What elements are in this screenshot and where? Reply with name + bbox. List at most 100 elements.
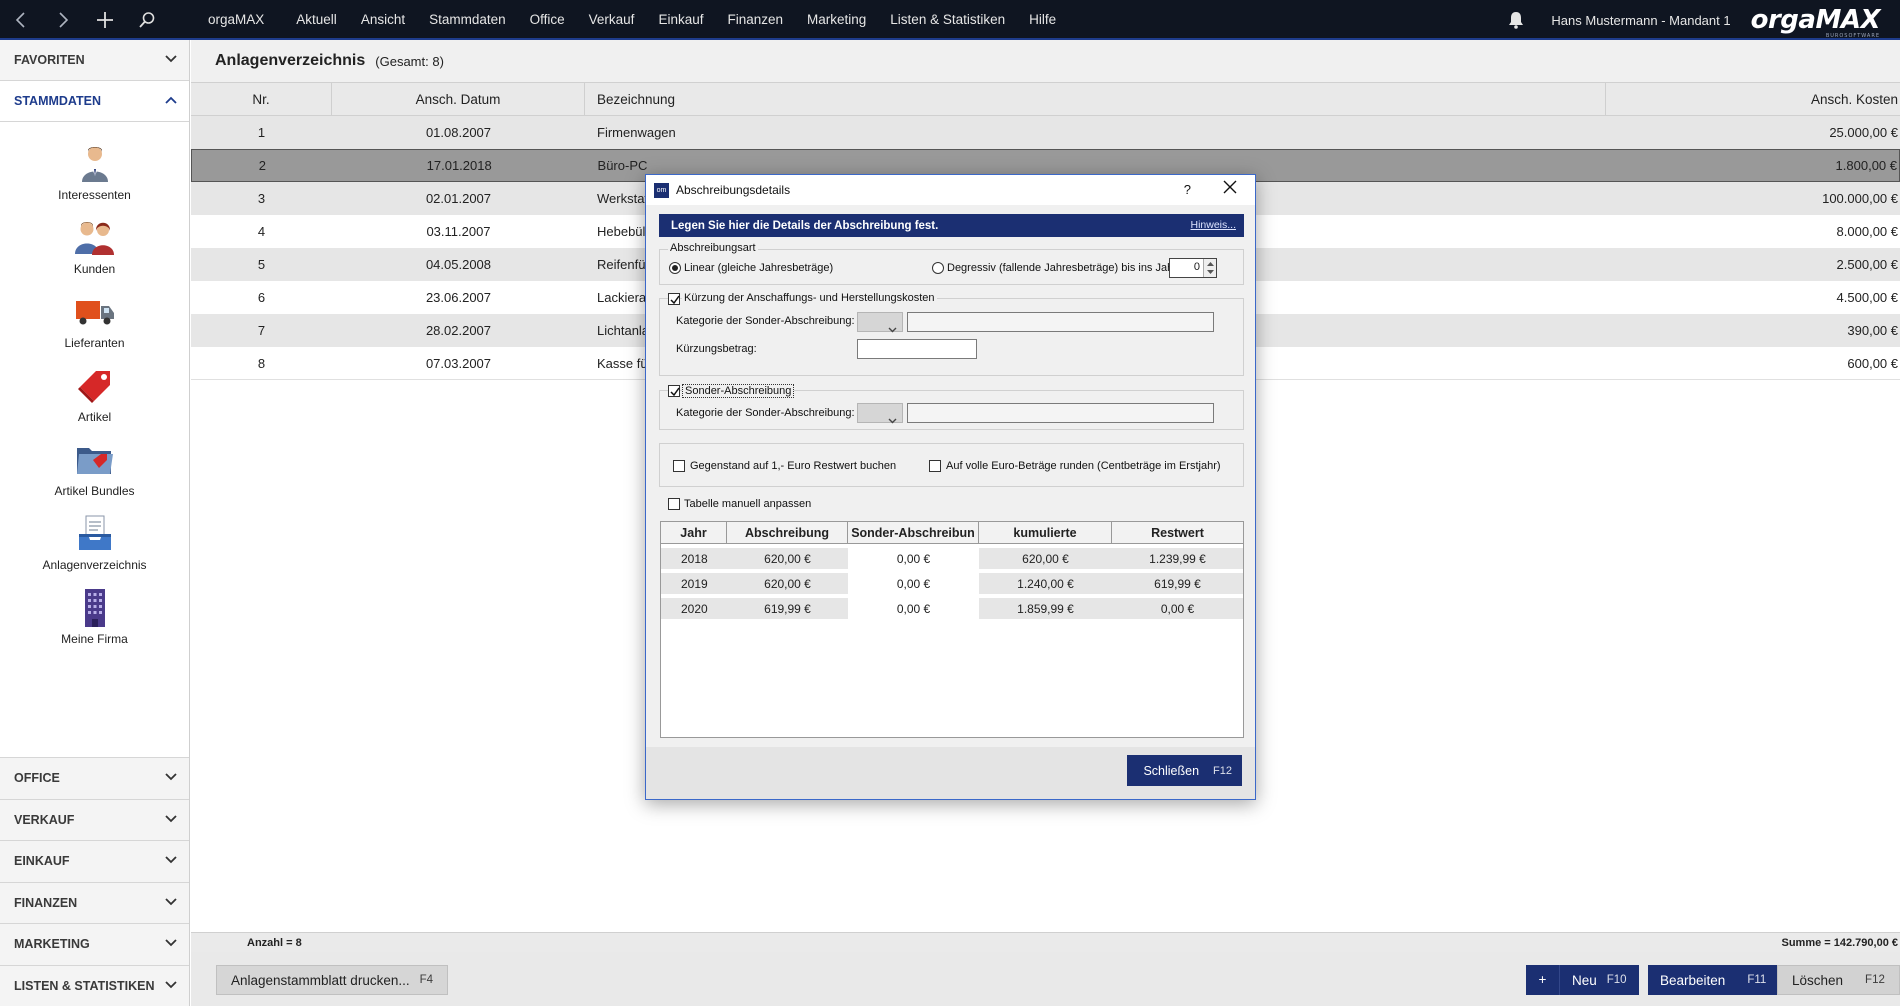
sidebar-item-lieferanten[interactable]: Lieferanten: [0, 290, 189, 364]
menu-marketing[interactable]: Marketing: [795, 0, 878, 40]
bell-icon[interactable]: [1501, 0, 1531, 40]
column-header-kumulierte[interactable]: kumulierte: [979, 522, 1112, 543]
cell-datum: 02.01.2007: [425, 191, 492, 206]
search-icon[interactable]: [126, 0, 168, 40]
edit-button-key: F11: [1747, 974, 1767, 986]
kategorie-combo-1[interactable]: [857, 312, 903, 333]
menu-finanzen[interactable]: Finanzen: [715, 0, 795, 40]
cell-jahr: 2018: [681, 551, 708, 566]
column-header-bezeichnung[interactable]: Bezeichnung: [585, 83, 1606, 115]
degressiv-year-spinner[interactable]: 0: [1169, 258, 1217, 278]
sidebar-section-verkauf[interactable]: VERKAUF: [0, 798, 189, 840]
sidebar-item-anlagenverzeichnis[interactable]: Anlagenverzeichnis: [0, 512, 189, 586]
sidebar-section-stammdaten[interactable]: STAMMDATEN: [0, 81, 189, 122]
chevron-down-icon: [165, 55, 177, 65]
edit-button[interactable]: Bearbeiten F11: [1648, 965, 1779, 995]
kuerzungsbetrag-label: Kürzungsbetrag:: [676, 343, 757, 355]
sidebar-item-interessenten[interactable]: Interessenten: [0, 142, 189, 216]
depreciation-table-header: Jahr Abschreibung Sonder-Abschreibun kum…: [661, 522, 1243, 544]
sidebar-item-label: Interessenten: [58, 188, 131, 202]
sidebar-section-marketing[interactable]: MARKETING: [0, 923, 189, 965]
close-button[interactable]: Schließen F12: [1127, 755, 1242, 786]
delete-button-label: Löschen: [1792, 972, 1844, 988]
checkbox-runden[interactable]: [929, 460, 941, 472]
cell-sonder[interactable]: 0,00 €: [848, 548, 979, 569]
sidebar-section-favoriten[interactable]: FAVORITEN: [0, 40, 189, 81]
help-icon[interactable]: ?: [1184, 182, 1191, 197]
sidebar-section-einkauf[interactable]: EINKAUF: [0, 840, 189, 882]
close-icon[interactable]: [1223, 180, 1239, 198]
table-row[interactable]: 2018 620,00 € 0,00 € 620,00 € 1.239,99 €: [661, 548, 1243, 569]
table-row[interactable]: 2020 619,99 € 0,00 € 1.859,99 € 0,00 €: [661, 598, 1243, 619]
sidebar-section-label: VERKAUF: [14, 812, 75, 827]
cell-sonder[interactable]: 0,00 €: [848, 598, 979, 619]
sidebar: FAVORITEN STAMMDATEN Interessenten Kunde…: [0, 40, 190, 1006]
kategorie-text-2[interactable]: [907, 403, 1214, 423]
sidebar-item-kunden[interactable]: Kunden: [0, 216, 189, 290]
new-button[interactable]: + Neu F10: [1526, 965, 1639, 995]
column-header-kosten[interactable]: Ansch. Kosten: [1606, 83, 1900, 115]
cell-kosten: 25.000,00 €: [1829, 125, 1898, 140]
column-header-nr[interactable]: Nr.: [191, 83, 332, 115]
kategorie-combo-2[interactable]: [857, 403, 903, 424]
sidebar-item-label: Anlagenverzeichnis: [42, 558, 147, 572]
sidebar-item-artikel[interactable]: Artikel: [0, 364, 189, 438]
column-header-sonder[interactable]: Sonder-Abschreibun: [848, 522, 979, 543]
sidebar-section-finanzen[interactable]: FINANZEN: [0, 881, 189, 923]
logo-text: orgaMAX: [1750, 5, 1881, 35]
menu-office[interactable]: Office: [518, 0, 577, 40]
cell-datum: 07.03.2007: [425, 355, 492, 371]
back-icon[interactable]: [0, 0, 42, 40]
add-icon[interactable]: [84, 0, 126, 40]
menu-aktuell[interactable]: Aktuell: [284, 0, 349, 40]
radio-degressiv[interactable]: [932, 262, 944, 274]
kategorie-label-2: Kategorie der Sonder-Abschreibung:: [676, 407, 855, 419]
checkbox-manuell[interactable]: [668, 498, 680, 510]
table-row[interactable]: 1 01.08.2007 Firmenwagen 25.000,00 €: [191, 116, 1900, 149]
cell-sonder[interactable]: 0,00 €: [848, 573, 979, 594]
sidebar-item-meine-firma[interactable]: Meine Firma: [0, 586, 189, 660]
dialog-titlebar[interactable]: om Abschreibungsdetails ?: [646, 175, 1255, 205]
customers-icon: [73, 216, 117, 260]
hint-link[interactable]: Hinweis...: [1190, 219, 1236, 231]
cell-kumulierte: 1.859,99 €: [1017, 601, 1074, 616]
forward-icon[interactable]: [42, 0, 84, 40]
checkbox-sonder[interactable]: [668, 385, 680, 397]
truck-icon: [73, 290, 117, 334]
sidebar-section-office[interactable]: OFFICE: [0, 757, 189, 799]
checkbox-restwert[interactable]: [673, 460, 685, 472]
column-header-restwert[interactable]: Restwert: [1112, 522, 1243, 543]
menu-ansicht[interactable]: Ansicht: [349, 0, 417, 40]
cell-nr: 5: [257, 257, 266, 272]
sidebar-section-listen[interactable]: LISTEN & STATISTIKEN: [0, 964, 189, 1006]
sidebar-item-artikel-bundles[interactable]: Artikel Bundles: [0, 438, 189, 512]
column-header-abschreibung[interactable]: Abschreibung: [727, 522, 848, 543]
cell-nr: 4: [257, 224, 266, 239]
kategorie-text-1[interactable]: [907, 312, 1214, 332]
menu-verkauf[interactable]: Verkauf: [577, 0, 647, 40]
edit-button-label: Bearbeiten: [1660, 972, 1726, 988]
print-button-label: Anlagenstammblatt drucken...: [231, 972, 410, 988]
radio-linear[interactable]: [669, 262, 681, 274]
menu-brand[interactable]: orgaMAX: [190, 0, 284, 40]
cell-nr: 7: [257, 323, 266, 338]
group-abschreibungsart: Abschreibungsart Linear (gleiche Jahresb…: [659, 242, 1244, 285]
menu-listen[interactable]: Listen & Statistiken: [878, 0, 1017, 40]
spinner-arrows-icon[interactable]: [1203, 259, 1216, 277]
sidebar-section-label: STAMMDATEN: [14, 94, 102, 108]
column-header-jahr[interactable]: Jahr: [661, 522, 727, 543]
column-header-datum[interactable]: Ansch. Datum: [332, 83, 585, 115]
checkbox-sonder-label: Sonder-Abschreibung: [682, 384, 795, 398]
kuerzungsbetrag-input[interactable]: [857, 339, 977, 359]
user-name[interactable]: Hans Mustermann - Mandant 1: [1551, 13, 1730, 28]
menu-einkauf[interactable]: Einkauf: [646, 0, 715, 40]
print-button[interactable]: Anlagenstammblatt drucken... F4: [216, 965, 449, 995]
chevron-down-icon: [888, 411, 897, 429]
group-kuerzung: Kürzung der Anschaffungs- und Herstellun…: [659, 292, 1244, 376]
checkbox-kuerzung[interactable]: [668, 293, 680, 305]
menu-stammdaten[interactable]: Stammdaten: [417, 0, 518, 40]
delete-button[interactable]: Löschen F12: [1777, 965, 1900, 995]
kategorie-label-1: Kategorie der Sonder-Abschreibung:: [676, 315, 855, 327]
menu-hilfe[interactable]: Hilfe: [1017, 0, 1068, 40]
table-row[interactable]: 2019 620,00 € 0,00 € 1.240,00 € 619,99 €: [661, 573, 1243, 594]
